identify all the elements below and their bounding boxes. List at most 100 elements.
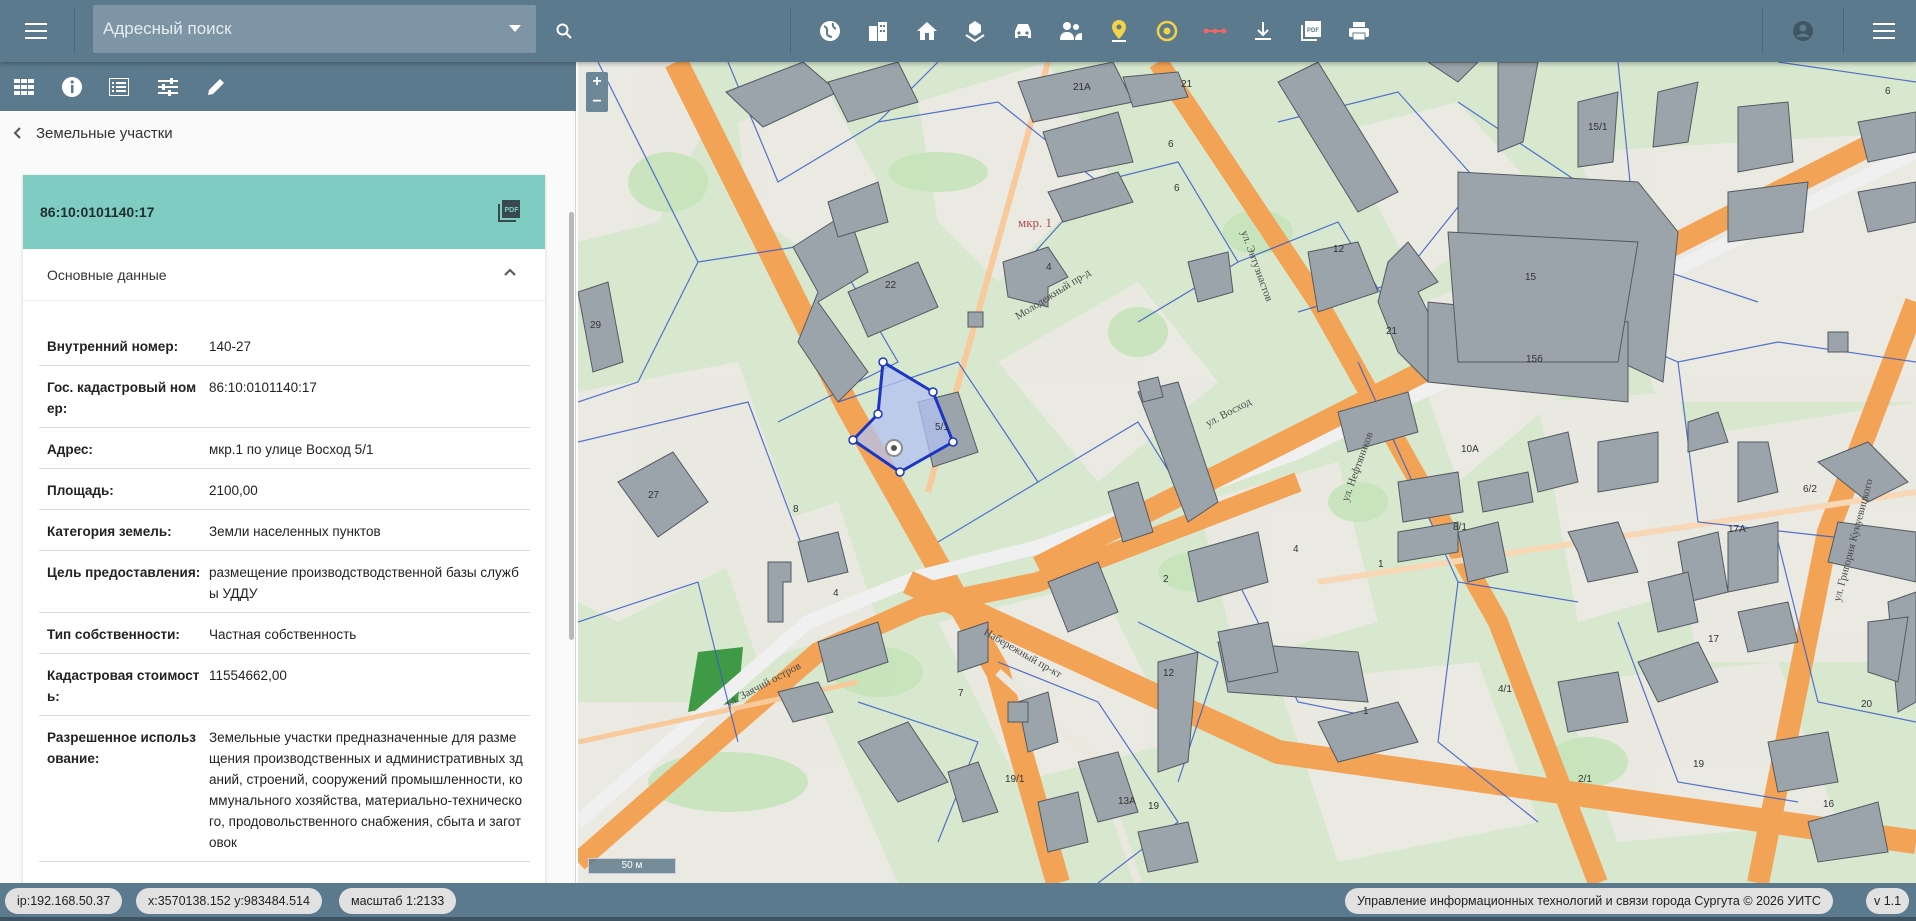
home-icon[interactable] <box>913 17 941 45</box>
house-number: 10А <box>1461 444 1479 455</box>
house-number: 19 <box>1148 801 1160 812</box>
buildings-icon[interactable] <box>864 17 892 45</box>
house-number: 15б <box>1526 353 1543 365</box>
house-number: 13А <box>1118 796 1136 807</box>
street-label: ул. Восход <box>1204 396 1254 430</box>
grid-icon[interactable] <box>11 74 37 100</box>
attr-key: Кадастровая стоимость: <box>47 668 200 704</box>
pin-icon[interactable] <box>1105 17 1133 45</box>
panel-scrollbar[interactable] <box>569 212 574 640</box>
pdf-export-icon[interactable]: PDF <box>497 199 521 223</box>
house-number: 8/1 <box>1453 522 1467 533</box>
attr-row: Тип собственности: Частная собственность <box>39 613 530 654</box>
panel-tabs <box>0 62 576 111</box>
attr-value: Земельные участки предназначенные для ра… <box>209 730 523 850</box>
card-header: 86:10:0101140:17 PDF <box>23 175 545 249</box>
info-icon[interactable] <box>59 74 85 100</box>
target-icon[interactable] <box>1153 17 1181 45</box>
list-icon[interactable] <box>106 74 132 100</box>
attr-value: 140-27 <box>209 339 252 354</box>
cadastral-title: 86:10:0101140:17 <box>40 204 155 220</box>
house-number: 27 <box>648 490 660 501</box>
bottom-edge <box>0 917 1916 921</box>
attr-key: Адрес: <box>47 442 93 457</box>
attr-row: Цель предоставления: размещение производс… <box>39 551 530 613</box>
attr-key: Разрешенное использование: <box>47 730 196 766</box>
house-number: 1 <box>1363 706 1369 717</box>
zoom-controls: + − <box>586 72 608 112</box>
attr-value: мкр.1 по улице Восход 5/1 <box>209 442 374 457</box>
house-number: 15 <box>1525 272 1537 283</box>
globe-icon[interactable] <box>816 17 844 45</box>
house-number: 12 <box>1333 244 1345 255</box>
attr-key: Категория земель: <box>47 524 172 539</box>
attr-value: 2100,00 <box>209 483 258 498</box>
house-number: 5/1 <box>935 422 949 433</box>
zoom-out-button[interactable]: − <box>586 92 608 112</box>
house-number: 4 <box>1293 544 1299 555</box>
scale-bar: 50 м <box>588 858 676 874</box>
copyright-chip: Управление информационных технологий и с… <box>1345 888 1833 914</box>
top-bar: PDF <box>0 0 1916 62</box>
attr-value: 11554662,00 <box>209 668 287 683</box>
attr-row: Категория земель: Земли населенных пункто… <box>39 510 530 551</box>
house-number: 7 <box>958 688 964 699</box>
attr-value: 86:10:0101140:17 <box>209 380 317 395</box>
status-bar: ip:192.168.50.37 x:3570138.152 y:983484.… <box>0 883 1916 921</box>
divider <box>1762 8 1763 54</box>
map-view[interactable]: мкр. 1 ул. Энтузиастов ул. Восход Молоде… <box>578 62 1916 883</box>
attr-key: Внутренний номер: <box>47 339 179 354</box>
back-link[interactable]: Земельные участки <box>12 120 173 146</box>
attribute-table: Внутренний номер: 140-27 Гос. кадастровый… <box>39 325 530 862</box>
scale-chip[interactable]: масштаб 1:2133 <box>339 888 457 914</box>
attr-row: Адрес: мкр.1 по улице Восход 5/1 <box>39 428 530 469</box>
house-number: 21 <box>1181 79 1193 90</box>
account-icon[interactable] <box>1789 17 1817 45</box>
edit-icon[interactable] <box>203 74 229 100</box>
map-canvas[interactable]: мкр. 1 ул. Энтузиастов ул. Восход Молоде… <box>578 62 1916 883</box>
measure-icon[interactable] <box>1201 17 1229 45</box>
house-number: 4 <box>833 588 839 599</box>
download-icon[interactable] <box>1249 17 1277 45</box>
house-number: 2 <box>1163 574 1169 585</box>
attr-row: Внутренний номер: 140-27 <box>39 325 530 366</box>
print-icon[interactable] <box>1345 17 1373 45</box>
chevron-up-icon[interactable] <box>503 267 517 277</box>
menu-right-icon[interactable] <box>1870 17 1898 45</box>
divider <box>790 8 791 54</box>
house-number: 6/2 <box>1803 484 1817 495</box>
house-number: 16 <box>1823 799 1835 810</box>
house-number: 17А <box>1728 524 1746 535</box>
dropdown-arrow-icon[interactable] <box>509 25 521 33</box>
menu-icon[interactable] <box>22 17 50 45</box>
attr-value: Земли населенных пунктов <box>209 524 381 539</box>
coords-chip: x:3570138.152 y:983484.514 <box>136 888 322 914</box>
attr-key: Площадь: <box>47 483 114 498</box>
attr-row: Гос. кадастровый номер: 86:10:0101140:17 <box>39 366 530 428</box>
search-icon[interactable] <box>550 17 578 45</box>
parcel-icon[interactable] <box>961 17 989 45</box>
house-number: 1 <box>1378 559 1384 570</box>
house-number: 15/1 <box>1588 122 1608 133</box>
section-main-data[interactable]: Основные данные <box>23 249 545 301</box>
ip-chip: ip:192.168.50.37 <box>5 888 123 914</box>
house-number: 21 <box>1386 326 1398 337</box>
search-input[interactable] <box>103 18 483 40</box>
house-number: 17 <box>1708 634 1720 645</box>
zoom-in-button[interactable]: + <box>586 72 608 92</box>
car-icon[interactable] <box>1009 17 1037 45</box>
house-number: 4/1 <box>1498 684 1512 695</box>
svg-text:PDF: PDF <box>1307 28 1319 34</box>
version-chip: v 1.1 <box>1866 888 1910 914</box>
house-number: 6 <box>1174 183 1180 194</box>
chevron-left-icon[interactable] <box>12 126 22 140</box>
people-icon[interactable] <box>1057 17 1085 45</box>
sliders-icon[interactable] <box>155 74 181 100</box>
district-label: мкр. 1 <box>1018 215 1052 230</box>
house-number: 21А <box>1073 82 1091 93</box>
address-search[interactable] <box>93 5 536 53</box>
attr-key: Цель предоставления: <box>47 565 201 580</box>
pdf-icon[interactable]: PDF <box>1297 17 1325 45</box>
attr-value: размещение производстводственной базы сл… <box>209 565 519 601</box>
house-number: 22 <box>885 280 897 291</box>
